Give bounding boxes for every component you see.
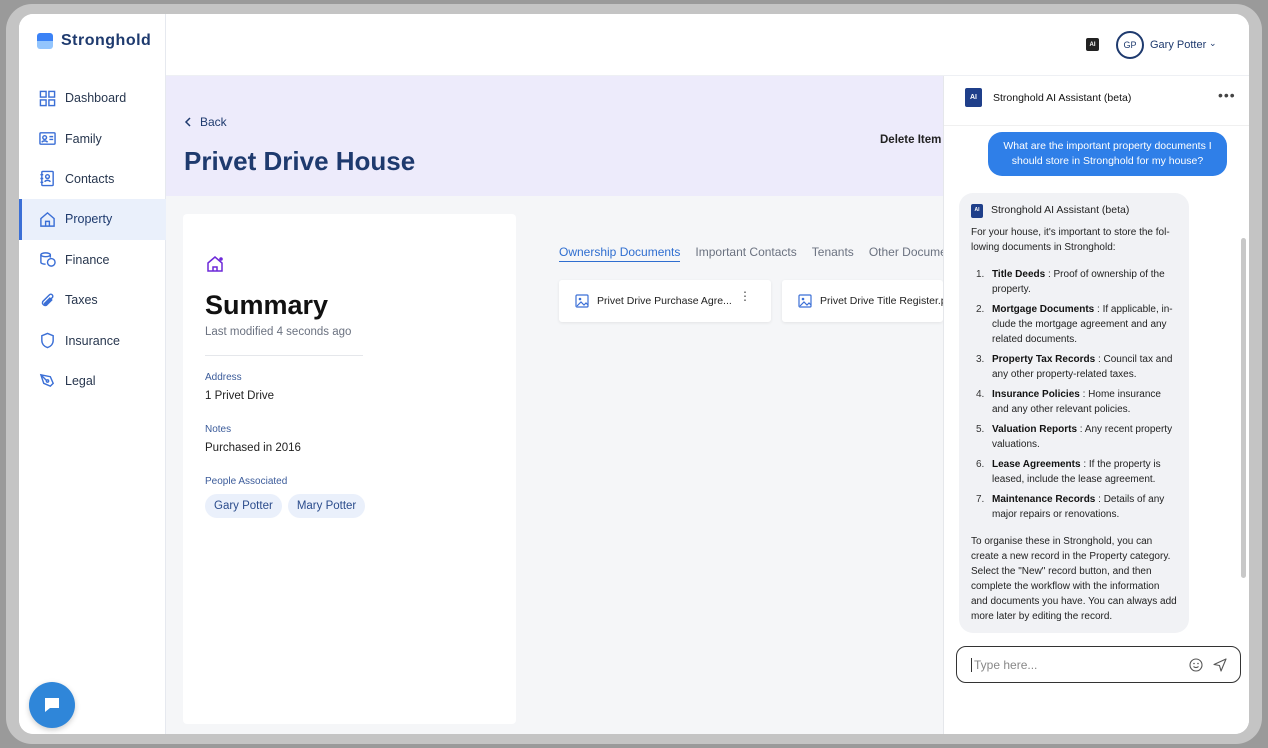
tab-important-contacts[interactable]: Important Contacts bbox=[695, 245, 796, 262]
sidebar-item-dashboard[interactable]: Dashboard bbox=[19, 78, 166, 118]
logo-icon bbox=[37, 33, 53, 49]
more-options-icon[interactable]: ⋮ bbox=[739, 290, 751, 302]
document-tabs: Ownership Documents Important Contacts T… bbox=[559, 245, 963, 262]
document-name: Privet Drive Purchase Agre... bbox=[597, 295, 732, 307]
last-modified: Last modified 4 seconds ago bbox=[205, 326, 352, 338]
summary-title: Summary bbox=[205, 290, 329, 320]
ai-logo-icon: AI bbox=[965, 88, 982, 107]
coins-icon bbox=[39, 251, 56, 268]
more-horizontal-icon[interactable]: ••• bbox=[1218, 87, 1236, 103]
chat-input[interactable] bbox=[971, 657, 1171, 672]
list-item: 3. Property Tax Records : Council tax and… bbox=[976, 354, 1173, 380]
ai-logo-icon: AI bbox=[971, 203, 983, 218]
ai-assistant-panel: AI Stronghold AI Assistant (beta) ••• Wh… bbox=[943, 76, 1249, 734]
sidebar-item-label: Contacts bbox=[65, 171, 115, 186]
id-card-icon bbox=[39, 130, 56, 147]
notes-label: Notes bbox=[205, 424, 232, 435]
ai-panel-header: AI Stronghold AI Assistant (beta) ••• bbox=[944, 76, 1249, 126]
scrollbar[interactable] bbox=[1241, 238, 1246, 578]
home-icon bbox=[207, 256, 223, 272]
sidebar-item-label: Dashboard bbox=[65, 91, 127, 106]
paperclip-icon bbox=[39, 292, 56, 309]
document-card[interactable]: Privet Drive Title Register.pdf bbox=[782, 280, 943, 322]
user-message: What are the important property document… bbox=[988, 132, 1227, 176]
ai-panel-title: Stronghold AI Assistant (beta) bbox=[993, 92, 1132, 104]
support-chat-button[interactable] bbox=[29, 682, 75, 728]
notes-value: Purchased in 2016 bbox=[205, 442, 301, 454]
sidebar: Stronghold Dashboard Family Contacts Pro… bbox=[19, 14, 166, 734]
sidebar-item-label: Legal bbox=[65, 373, 96, 388]
top-bar: AI GP Gary Potter ⌄ bbox=[166, 14, 1249, 76]
sidebar-item-property[interactable]: Property bbox=[19, 199, 166, 240]
person-chip[interactable]: Mary Potter bbox=[287, 494, 366, 518]
list-item: 4. Insurance Policies : Home insurance an… bbox=[976, 389, 1161, 415]
assistant-name: Stronghold AI Assistant (beta) bbox=[991, 204, 1130, 216]
back-label: Back bbox=[200, 115, 227, 129]
tab-ownership-documents[interactable]: Ownership Documents bbox=[559, 245, 681, 262]
chat-icon bbox=[45, 698, 59, 712]
assistant-list: 1. Title Deeds : Proof of ownership of th… bbox=[971, 267, 1177, 522]
home-icon bbox=[39, 211, 56, 228]
address-value: 1 Privet Drive bbox=[205, 390, 275, 402]
assistant-message: AI Stronghold AI Assistant (beta) For yo… bbox=[959, 193, 1189, 633]
address-label: Address bbox=[205, 372, 242, 383]
image-file-icon bbox=[575, 294, 589, 308]
emoji-icon[interactable] bbox=[1189, 658, 1203, 672]
ai-assistant-icon[interactable]: AI bbox=[1086, 38, 1099, 51]
back-button[interactable]: Back bbox=[184, 115, 227, 129]
sidebar-item-label: Taxes bbox=[65, 293, 98, 308]
chevron-left-icon bbox=[184, 117, 191, 127]
tab-tenants[interactable]: Tenants bbox=[812, 245, 854, 262]
contact-book-icon bbox=[39, 170, 56, 187]
app-name: Stronghold bbox=[61, 32, 152, 49]
sidebar-item-label: Insurance bbox=[65, 333, 120, 348]
sidebar-item-label: Family bbox=[65, 131, 102, 146]
list-item: 7. Maintenance Records : Details of any m… bbox=[976, 494, 1165, 520]
grid-icon bbox=[39, 90, 56, 107]
list-item: 5. Valuation Reports : Any recent propert… bbox=[976, 424, 1173, 450]
sidebar-item-legal[interactable]: Legal bbox=[19, 361, 166, 401]
sidebar-item-insurance[interactable]: Insurance bbox=[19, 320, 166, 360]
sidebar-nav: Dashboard Family Contacts Property Finan… bbox=[19, 78, 166, 401]
app-logo[interactable]: Stronghold bbox=[37, 32, 151, 50]
image-file-icon bbox=[798, 294, 812, 308]
assistant-outro: To organise these in Stronghold, you can… bbox=[971, 536, 1177, 622]
sidebar-item-finance[interactable]: Finance bbox=[19, 240, 166, 280]
document-name: Privet Drive Title Register.pdf bbox=[820, 295, 943, 307]
assistant-intro: For your house, it's important to store … bbox=[971, 227, 1170, 253]
avatar[interactable]: GP bbox=[1116, 31, 1144, 59]
sidebar-item-family[interactable]: Family bbox=[19, 118, 166, 158]
sidebar-item-label: Finance bbox=[65, 252, 110, 267]
document-card[interactable]: Privet Drive Purchase Agre... ⋮ bbox=[559, 280, 771, 322]
person-chip[interactable]: Gary Potter bbox=[205, 494, 282, 518]
app-window: Stronghold Dashboard Family Contacts Pro… bbox=[19, 14, 1249, 734]
summary-card: Summary Last modified 4 seconds ago Addr… bbox=[183, 214, 516, 724]
shield-icon bbox=[39, 332, 56, 349]
list-item: 2. Mortgage Documents : If applicable, in… bbox=[976, 304, 1173, 345]
list-item: 6. Lease Agreements : If the property is … bbox=[976, 459, 1161, 485]
divider bbox=[205, 355, 363, 356]
sidebar-item-taxes[interactable]: Taxes bbox=[19, 280, 166, 320]
page-title: Privet Drive House bbox=[184, 146, 416, 176]
chevron-down-icon[interactable]: ⌄ bbox=[1209, 38, 1217, 49]
pen-icon bbox=[39, 372, 56, 389]
send-icon[interactable] bbox=[1213, 658, 1227, 672]
sidebar-item-label: Property bbox=[65, 212, 113, 227]
sidebar-item-contacts[interactable]: Contacts bbox=[19, 159, 166, 199]
delete-item-button[interactable]: Delete Item bbox=[880, 134, 941, 146]
list-item: 1. Title Deeds : Proof of ownership of th… bbox=[976, 269, 1165, 295]
people-label: People Associated bbox=[205, 476, 288, 487]
user-name[interactable]: Gary Potter bbox=[1150, 39, 1206, 51]
chat-input-box bbox=[956, 646, 1241, 683]
people-chips: Gary Potter Mary Potter bbox=[205, 494, 366, 518]
